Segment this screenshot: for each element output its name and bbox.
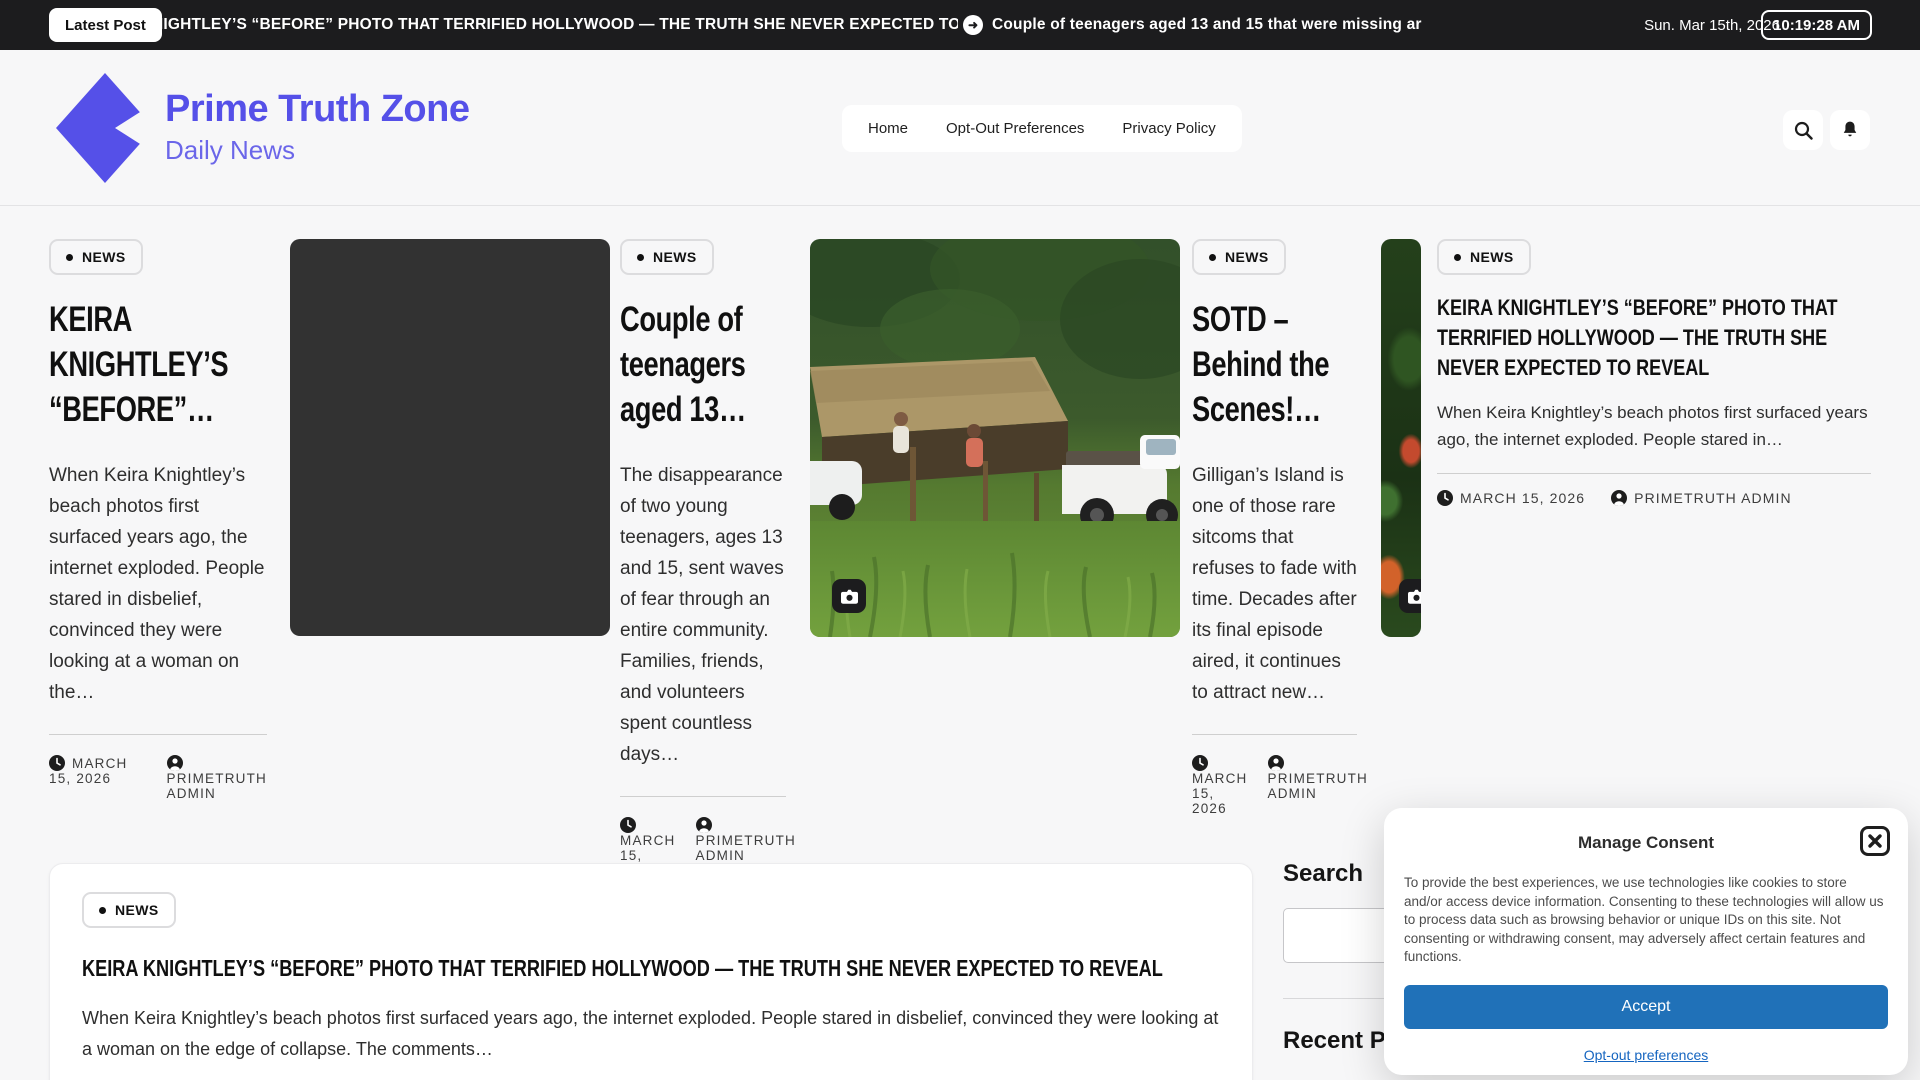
featured-post-title[interactable]: KEIRA KNIGHTLEY’S “BEFORE” PHOTO THAT TE… — [82, 952, 1215, 985]
featured-post-excerpt: When Keira Knightley’s beach photos firs… — [82, 1008, 1219, 1059]
camera-icon — [840, 589, 858, 604]
post-meta: MARCH 15, 2026 PRIMETRUTH ADMIN — [1192, 755, 1367, 816]
post-author[interactable]: PRIMETRUTH ADMIN — [1611, 490, 1792, 506]
badge-dot-icon — [99, 906, 106, 914]
search-icon — [1794, 121, 1813, 140]
user-icon — [1267, 755, 1284, 771]
opt-out-preferences-link[interactable]: Opt-out preferences — [1404, 1047, 1888, 1063]
featured-post-card: NEWS KEIRA KNIGHTLEY’S “BEFORE” PHOTO TH… — [49, 863, 1253, 1080]
ticker-bar: Latest Post NIGHTLEY’S “BEFORE” PHOTO TH… — [0, 0, 1920, 50]
post-card-4: NEWS KEIRA KNIGHTLEY’S “BEFORE” PHOTO TH… — [1437, 239, 1871, 506]
divider — [620, 796, 786, 797]
site-header: Prime Truth Zone Daily News Home Opt-Out… — [0, 50, 1920, 206]
page: Latest Post NIGHTLEY’S “BEFORE” PHOTO TH… — [0, 0, 1920, 1080]
user-icon — [166, 755, 183, 771]
post-excerpt: Gilligan’s Island is one of those rare s… — [1192, 465, 1357, 703]
article-image-dark[interactable] — [290, 239, 610, 636]
post-card-2: NEWS Couple of teenagers aged 13… The di… — [620, 239, 795, 878]
clock-icon — [1437, 490, 1453, 506]
category-badge[interactable]: NEWS — [49, 239, 143, 275]
post-author[interactable]: PRIMETRUTH ADMIN — [166, 755, 268, 801]
post-date: MARCH 15, 2026 — [1192, 755, 1248, 816]
site-title: Prime Truth Zone — [165, 88, 470, 130]
camera-icon — [1407, 589, 1421, 604]
farm-photo — [810, 239, 1180, 637]
post-excerpt: The disappearance of two young teenagers… — [620, 465, 784, 765]
current-time: 10:19:28 AM — [1761, 10, 1872, 40]
badge-dot-icon — [1454, 253, 1461, 261]
post-card-3: NEWS SOTD – Behind the Scenes!… Gilligan… — [1192, 239, 1367, 816]
post-title[interactable]: Couple of teenagers aged 13… — [620, 297, 786, 432]
site-tagline: Daily News — [165, 135, 296, 165]
search-button[interactable] — [1783, 110, 1823, 150]
nav-item-opt-out-preferences[interactable]: Opt-Out Preferences — [946, 120, 1084, 137]
latest-post-label: Latest Post — [49, 8, 162, 42]
article-image-jungle[interactable] — [1381, 239, 1421, 637]
post-author[interactable]: PRIMETRUTH ADMIN — [1267, 755, 1369, 816]
badge-dot-icon — [1209, 253, 1216, 261]
accept-button[interactable]: Accept — [1404, 984, 1888, 1029]
post-date: MARCH 15, 2026 — [49, 755, 128, 786]
divider — [1437, 473, 1871, 474]
post-meta: MARCH 15, 2026 PRIMETRUTH ADMIN — [1437, 490, 1871, 506]
ticker-item-2[interactable]: Couple of teenagers aged 13 and 15 that … — [992, 0, 1422, 50]
current-date: Sun. Mar 15th, 2026 — [1644, 16, 1780, 34]
site-logo[interactable]: Prime Truth Zone Daily News — [55, 72, 475, 187]
clock-icon — [620, 817, 636, 833]
post-title[interactable]: SOTD – Behind the Scenes!… — [1192, 297, 1357, 432]
post-date: MARCH 15, 2026 — [1437, 490, 1585, 506]
divider — [49, 734, 267, 735]
close-icon — [1868, 834, 1882, 848]
ticker-arrow-icon: ➜ — [963, 15, 983, 35]
divider — [1192, 734, 1357, 735]
consent-title: Manage Consent — [1577, 833, 1715, 852]
user-icon — [1611, 490, 1628, 506]
post-title[interactable]: KEIRA KNIGHTLEY’S “BEFORE”… — [49, 297, 267, 432]
post-excerpt: When Keira Knightley’s beach photos firs… — [1437, 403, 1868, 449]
post-meta: MARCH 15, 2026 PRIMETRUTH ADMIN — [49, 755, 267, 801]
category-badge[interactable]: NEWS — [1192, 239, 1286, 275]
camera-badge — [832, 579, 866, 613]
ticker-item-1[interactable]: NIGHTLEY’S “BEFORE” PHOTO THAT TERRIFIED… — [160, 0, 958, 50]
user-icon — [695, 817, 712, 833]
badge-dot-icon — [66, 253, 73, 261]
bell-icon — [1843, 121, 1857, 137]
article-image-farm-scene[interactable] — [810, 239, 1180, 637]
notifications-button[interactable] — [1830, 110, 1870, 150]
badge-dot-icon — [637, 253, 644, 261]
close-button[interactable] — [1860, 826, 1890, 856]
post-card-1: NEWS KEIRA KNIGHTLEY’S “BEFORE”… When Ke… — [49, 239, 267, 801]
nav-item-home[interactable]: Home — [868, 120, 908, 137]
nav-item-privacy-policy[interactable]: Privacy Policy — [1122, 120, 1215, 137]
post-excerpt: When Keira Knightley’s beach photos firs… — [49, 465, 265, 703]
consent-dialog: Manage Consent To provide the best exper… — [1384, 808, 1908, 1075]
main-nav: Home Opt-Out Preferences Privacy Policy — [842, 105, 1242, 152]
logo-diamond-icon — [56, 73, 155, 183]
camera-badge — [1399, 579, 1421, 613]
clock-icon — [49, 755, 65, 771]
category-badge[interactable]: NEWS — [1437, 239, 1531, 275]
category-badge[interactable]: NEWS — [620, 239, 714, 275]
category-badge[interactable]: NEWS — [82, 892, 176, 928]
clock-icon — [1192, 755, 1208, 771]
consent-description: To provide the best experiences, we use … — [1404, 875, 1884, 964]
post-title[interactable]: KEIRA KNIGHTLEY’S “BEFORE” PHOTO THAT TE… — [1437, 293, 1871, 383]
